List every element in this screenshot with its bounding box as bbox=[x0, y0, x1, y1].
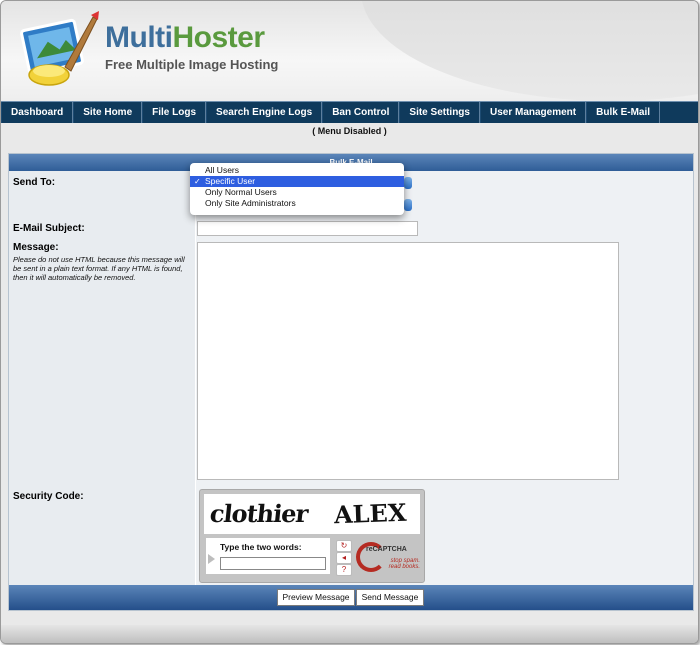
captcha-word-2: ALEX bbox=[333, 497, 407, 530]
nav-item-site-home[interactable]: Site Home bbox=[73, 102, 143, 123]
audio-icon[interactable]: ◂ bbox=[336, 552, 352, 564]
nav-item-dashboard[interactable]: Dashboard bbox=[1, 102, 74, 123]
preview-message-button[interactable]: Preview Message bbox=[277, 589, 355, 606]
subject-label-cell: E-Mail Subject: bbox=[9, 218, 196, 239]
bulk-email-panel: Bulk E-Mail Send To: E-Mail Subject: Mes… bbox=[8, 153, 694, 611]
captcha-image: clothier ALEX bbox=[204, 494, 420, 534]
nav-item-search-engine-logs[interactable]: Search Engine Logs bbox=[206, 102, 323, 123]
captcha-word-1: clothier bbox=[208, 499, 309, 528]
send-to-dropdown-menu: All Users ✓ Specific User Only Normal Use… bbox=[190, 163, 404, 215]
message-hint: Please do not use HTML because this mess… bbox=[13, 255, 185, 282]
arrow-right-icon bbox=[208, 554, 215, 564]
message-label: Message: bbox=[13, 242, 59, 253]
refresh-icon[interactable]: ↻ bbox=[336, 540, 352, 552]
send-to-option-normal-users[interactable]: Only Normal Users bbox=[190, 187, 404, 198]
header-decoration bbox=[361, 1, 698, 101]
help-icon[interactable]: ? bbox=[336, 564, 352, 576]
message-label-cell: Message: Please do not use HTML because … bbox=[9, 239, 196, 486]
option-label: All Users bbox=[205, 165, 240, 175]
app-window: MultiHoster Free Multiple Image Hosting … bbox=[0, 0, 699, 644]
captcha-input[interactable] bbox=[220, 557, 326, 570]
message-textarea[interactable] bbox=[197, 242, 619, 480]
option-label: Only Normal Users bbox=[205, 187, 277, 197]
send-to-option-all-users[interactable]: All Users bbox=[190, 165, 404, 176]
logo-text-hoster: Hoster bbox=[172, 21, 265, 54]
captcha-response-box: Type the two words: bbox=[206, 538, 330, 574]
paint-palette-icon bbox=[20, 11, 99, 86]
nav-item-file-logs[interactable]: File Logs bbox=[142, 102, 207, 123]
send-to-select-arrow[interactable] bbox=[404, 177, 412, 189]
site-tagline: Free Multiple Image Hosting bbox=[105, 57, 279, 72]
option-label: Specific User bbox=[205, 176, 256, 186]
security-label-cell: Security Code: bbox=[9, 486, 196, 585]
message-value-cell bbox=[196, 239, 693, 486]
recaptcha-widget: clothier ALEX Type the two words: ↻ ◂ ? … bbox=[199, 489, 425, 583]
security-label: Security Code: bbox=[13, 491, 84, 502]
main-nav: Dashboard Site Home File Logs Search Eng… bbox=[1, 101, 698, 123]
site-logo-title[interactable]: MultiHoster bbox=[105, 21, 265, 55]
recaptcha-tagline-2: read books. bbox=[388, 564, 420, 570]
site-header: MultiHoster Free Multiple Image Hosting bbox=[1, 1, 698, 101]
subject-label: E-Mail Subject: bbox=[13, 223, 85, 234]
subject-row: E-Mail Subject: bbox=[9, 218, 693, 240]
nav-item-user-management[interactable]: User Management bbox=[479, 102, 587, 123]
send-to-label: Send To: bbox=[13, 177, 56, 188]
send-to-option-site-admins[interactable]: Only Site Administrators bbox=[190, 198, 404, 209]
nav-item-site-settings[interactable]: Site Settings bbox=[399, 102, 480, 123]
send-to-option-specific-user[interactable]: ✓ Specific User bbox=[190, 176, 404, 187]
page-footer bbox=[1, 625, 698, 643]
message-row: Message: Please do not use HTML because … bbox=[9, 239, 693, 487]
captcha-prompt: Type the two words: bbox=[220, 542, 302, 552]
recaptcha-brand: reCAPTCHA bbox=[366, 546, 407, 553]
checkmark-icon: ✓ bbox=[194, 177, 201, 186]
menu-status-text: ( Menu Disabled ) bbox=[312, 126, 387, 136]
user-select-arrow[interactable] bbox=[404, 199, 412, 211]
nav-item-ban-control[interactable]: Ban Control bbox=[322, 102, 400, 123]
send-message-button[interactable]: Send Message bbox=[356, 589, 424, 606]
send-to-label-cell: Send To: bbox=[9, 171, 196, 218]
logo-text-multi: Multi bbox=[105, 21, 173, 54]
recaptcha-logo: reCAPTCHA stop spam. read books. bbox=[356, 540, 420, 574]
nav-item-bulk-email[interactable]: Bulk E-Mail bbox=[586, 102, 661, 123]
recaptcha-tagline: stop spam. read books. bbox=[380, 558, 420, 570]
option-label: Only Site Administrators bbox=[205, 198, 296, 208]
subject-value-cell bbox=[196, 218, 693, 239]
subject-input[interactable] bbox=[197, 221, 418, 236]
